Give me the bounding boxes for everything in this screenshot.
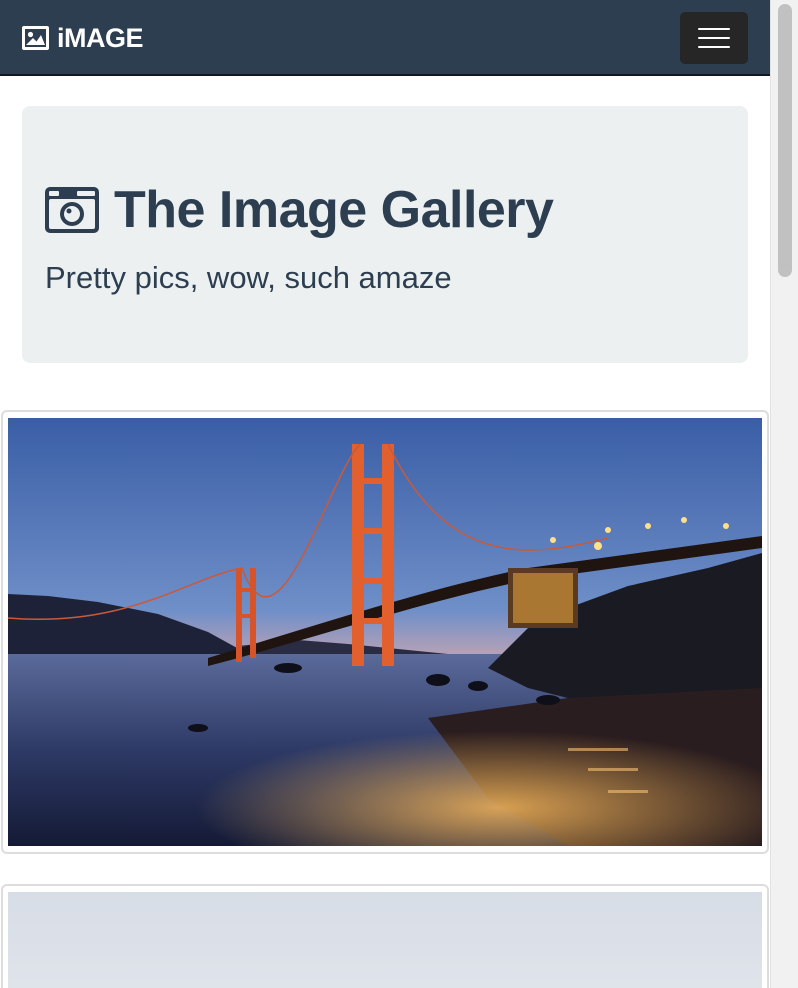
page-title: The Image Gallery <box>45 180 554 240</box>
golden-gate-bridge-photo <box>8 418 762 846</box>
menu-toggle-button[interactable] <box>680 12 748 64</box>
page-title-text: The Image Gallery <box>114 181 554 239</box>
page: iMAGE The Image Gallery Pretty pics, wow… <box>0 0 770 988</box>
scrollbar-thumb[interactable] <box>778 4 792 277</box>
page-subtitle: Pretty pics, wow, such amaze <box>45 260 452 295</box>
brand-label: iMAGE <box>57 23 144 53</box>
jumbotron: The Image Gallery Pretty pics, wow, such… <box>22 106 748 363</box>
gallery-thumbnail[interactable] <box>1 410 769 854</box>
image-icon <box>22 26 49 50</box>
gallery-thumbnail[interactable] <box>1 884 769 988</box>
camera-icon <box>45 187 99 233</box>
vertical-scrollbar[interactable] <box>770 0 798 988</box>
navbar: iMAGE <box>0 0 770 76</box>
browser-viewport: iMAGE The Image Gallery Pretty pics, wow… <box>0 0 798 988</box>
brand-link[interactable]: iMAGE <box>22 22 144 54</box>
misty-sky-photo <box>8 892 762 988</box>
